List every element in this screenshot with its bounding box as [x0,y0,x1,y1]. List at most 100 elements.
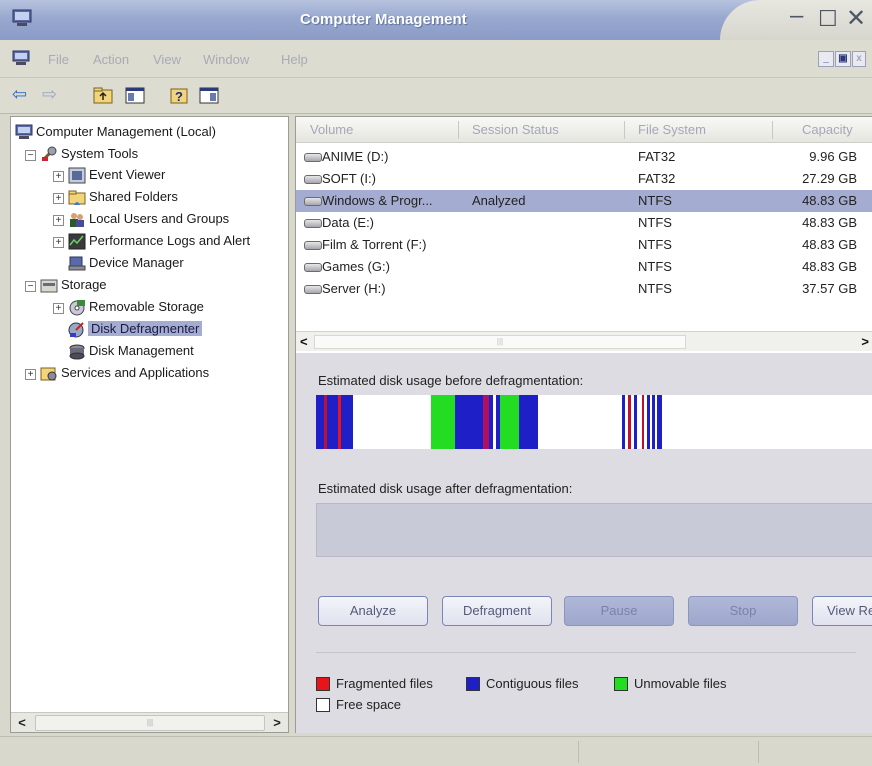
usage-block-contiguous [341,395,353,449]
analyze-button[interactable]: Analyze [318,596,428,626]
volume-name: Server (H:) [322,281,386,296]
volume-row-selected[interactable]: Windows & Progr... Analyzed NTFS 48.83 G… [296,190,872,212]
usage-block-contiguous [622,395,625,449]
column-divider[interactable] [624,121,625,139]
column-volume[interactable]: Volume [310,122,353,137]
users-icon [70,213,84,227]
view-report-button[interactable]: View Re [812,596,872,626]
tree-label: Device Manager [89,255,184,270]
scroll-left-icon[interactable]: < [13,715,31,731]
volume-row[interactable]: Games (G:) NTFS 48.83 GB [296,256,872,278]
tree-horizontal-scrollbar[interactable]: < ||| > [11,712,288,732]
scroll-right-icon[interactable]: > [861,334,869,349]
pause-button[interactable]: Pause [564,596,674,626]
tree-label: System Tools [61,146,139,161]
menu-view[interactable]: View [153,52,181,67]
window-title: Computer Management [300,11,467,28]
scroll-left-icon[interactable]: < [300,334,308,349]
volume-name: Windows & Progr... [322,193,433,208]
stop-button[interactable]: Stop [688,596,798,626]
mdi-minimize-button[interactable]: _ [818,51,834,67]
usage-block-contiguous [657,395,662,449]
after-usage-display [316,503,872,557]
usage-block-unmovable [431,395,455,449]
drive-icon [304,285,322,294]
usage-block-contiguous [519,395,538,449]
column-divider[interactable] [458,121,459,139]
computer-icon [15,124,33,139]
computer-management-icon[interactable] [12,9,32,27]
column-file-system[interactable]: File System [638,122,706,137]
volume-capacity: 37.57 GB [802,281,857,296]
collapse-icon[interactable]: − [25,281,36,292]
volume-capacity: 48.83 GB [802,193,857,208]
volume-name: ANIME (D:) [322,149,389,164]
menu-file[interactable]: File [48,52,69,67]
forward-arrow-icon[interactable]: ⇨ [42,84,57,105]
tree-label: Local Users and Groups [89,211,230,226]
volume-filesystem: FAT32 [638,171,676,186]
expand-icon[interactable]: + [53,303,64,314]
console-tree[interactable]: Computer Management (Local) − System Too… [10,116,289,733]
collapse-icon[interactable]: − [25,150,36,161]
menu-window[interactable]: Window [203,52,249,67]
mdi-restore-button[interactable]: ▣ [835,51,851,67]
menu-help[interactable]: Help [281,52,308,67]
drive-icon [304,197,322,206]
show-hide-console-icon[interactable] [198,85,220,105]
volume-row[interactable]: Film & Torrent (F:) NTFS 48.83 GB [296,234,872,256]
expand-icon[interactable]: + [53,237,64,248]
column-capacity[interactable]: Capacity [802,122,853,137]
tree-label: Event Viewer [89,167,166,182]
usage-block-fragmented [628,395,631,449]
drive-icon [304,153,322,162]
expand-icon[interactable]: + [25,369,36,380]
shared-folder-icon [68,190,86,205]
volume-filesystem: FAT32 [638,149,676,164]
column-divider[interactable] [772,121,773,139]
column-session-status[interactable]: Session Status [472,122,559,137]
volume-list-scrollbar[interactable]: < ||| > [296,331,872,351]
defragment-button[interactable]: Defragment [442,596,552,626]
volume-list-header: Volume Session Status File System Capaci… [296,117,872,143]
disk-defragmenter-icon [68,322,84,338]
minimize-button[interactable]: – [790,2,803,30]
volume-row[interactable]: SOFT (I:) FAT32 27.29 GB [296,168,872,190]
usage-block-contiguous [652,395,655,449]
menu-action[interactable]: Action [93,52,129,67]
tree-label: Disk Defragmenter [88,321,203,336]
expand-icon[interactable]: + [53,215,64,226]
mmc-menu-icon[interactable] [12,50,30,66]
tree-label: Computer Management (Local) [36,124,216,139]
volume-name: SOFT (I:) [322,171,376,186]
usage-block-contiguous [455,395,483,449]
before-usage-label: Estimated disk usage before defragmentat… [318,373,584,388]
show-hide-tree-icon[interactable] [124,85,146,105]
close-button[interactable]: ✕ [846,4,866,33]
scroll-thumb[interactable]: ||| [35,715,265,731]
mdi-close-button[interactable]: x [852,51,866,67]
volume-filesystem: NTFS [638,237,672,252]
volume-row[interactable]: Data (E:) NTFS 48.83 GB [296,212,872,234]
up-folder-icon[interactable] [92,85,114,105]
back-arrow-icon[interactable]: ⇦ [12,84,27,105]
services-icon [40,367,57,381]
status-cell [758,741,872,763]
scroll-thumb[interactable]: ||| [314,335,686,349]
volume-row[interactable]: ANIME (D:) FAT32 9.96 GB [296,146,872,168]
disk-management-icon [69,344,85,360]
drive-icon [304,219,322,228]
help-icon[interactable]: ? [168,85,190,105]
volume-row[interactable]: Server (H:) NTFS 37.57 GB [296,278,872,300]
expand-icon[interactable]: + [53,171,64,182]
usage-block-fragmented [642,395,644,449]
tree-label: Shared Folders [89,189,178,204]
legend-swatch-free [316,698,330,712]
status-bar [0,736,872,766]
event-viewer-icon [68,167,86,184]
usage-block-contiguous [316,395,324,449]
scroll-right-icon[interactable]: > [268,715,286,731]
legend-divider [316,652,856,653]
maximize-button[interactable]: ☐ [818,6,838,32]
expand-icon[interactable]: + [53,193,64,204]
